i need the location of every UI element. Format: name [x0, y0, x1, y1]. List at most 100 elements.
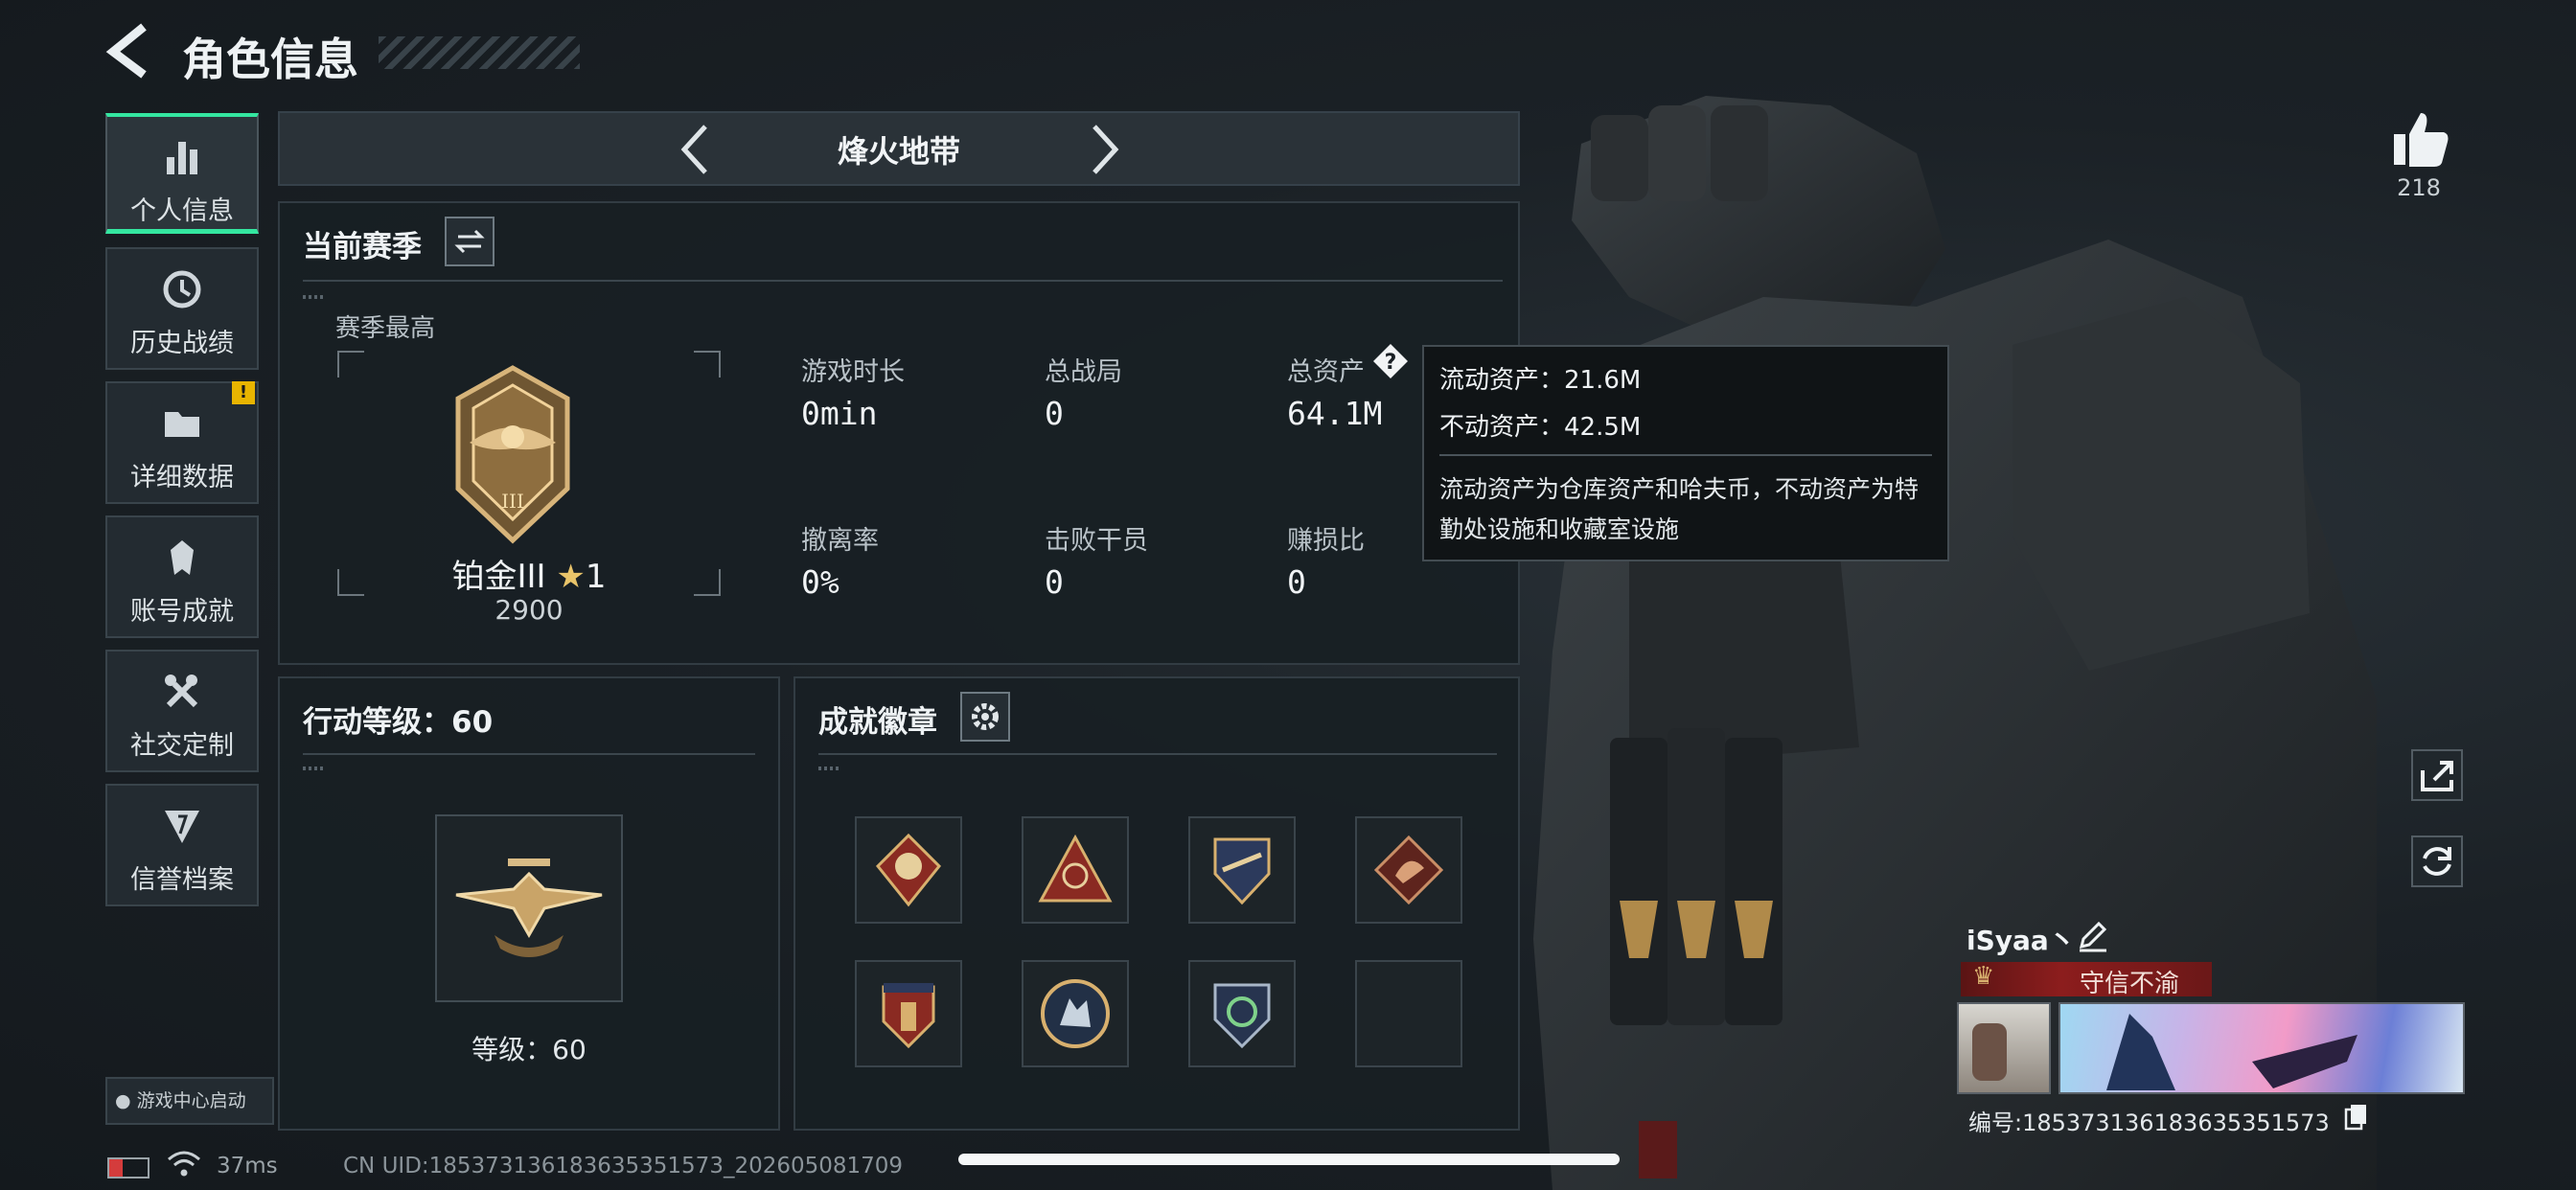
- rank-stars: 1: [585, 558, 607, 596]
- badges-title: 成就徽章: [818, 705, 937, 740]
- rank-emblem-icon: III: [455, 365, 570, 544]
- like-count: 218: [2397, 174, 2441, 201]
- badge-slot[interactable]: [1022, 816, 1129, 924]
- badge-slot-empty[interactable]: [1355, 960, 1462, 1067]
- history-icon: [163, 270, 201, 309]
- tooltip-desc: 流动资产为仓库资产和哈夫币，不动资产为特勤处设施和收藏室设施: [1439, 475, 1920, 543]
- sidebar-item-reputation[interactable]: 信誉档案: [105, 784, 259, 906]
- copy-id-button[interactable]: [2342, 1102, 2371, 1131]
- player-avatar[interactable]: [1957, 1002, 2051, 1094]
- help-button[interactable]: ?: [1372, 343, 1409, 379]
- sidebar-item-label: 详细数据: [130, 463, 234, 492]
- mode-prev-button[interactable]: [671, 121, 719, 178]
- page-title: 角色信息: [182, 34, 358, 85]
- divider: [818, 753, 1497, 755]
- badge-slot[interactable]: [1188, 816, 1296, 924]
- badge-slot[interactable]: [1355, 816, 1462, 924]
- winged-shield-badge-icon: [882, 983, 935, 1049]
- rank-name: 铂金III: [451, 558, 546, 596]
- sidebar-item-label: 账号成就: [130, 597, 234, 627]
- sidebar-item-label: 社交定制: [130, 731, 234, 761]
- skull-badge-icon: [875, 833, 942, 907]
- battery-level: [109, 1159, 123, 1177]
- sidebar-item-match-history[interactable]: 历史战绩: [105, 247, 259, 370]
- player-id: 编号:18537313618363535157​3: [1968, 1110, 2330, 1136]
- like-button[interactable]: [2386, 105, 2453, 172]
- folder-icon: [165, 412, 199, 437]
- season-best-label: 赛季最高: [335, 314, 436, 343]
- sidebar-item-personal-info[interactable]: 个人信息: [105, 113, 259, 234]
- launch-label: 游戏中心启动: [136, 1090, 246, 1111]
- badge-slot[interactable]: [855, 816, 962, 924]
- tooltip-line: 不动资产：42.5M: [1439, 413, 1642, 442]
- sidebar-item-social-custom[interactable]: 社交定制: [105, 650, 259, 772]
- chevron-left-icon: [680, 125, 707, 174]
- frame-corner: [694, 351, 721, 378]
- divider: [303, 295, 324, 299]
- stat-value: 0%: [801, 563, 840, 601]
- asset-tooltip: 流动资产：21.6M 不动资产：42.5M 流动资产为仓库资产和哈夫币，不动资产…: [1422, 345, 1949, 561]
- share-button[interactable]: [2411, 749, 2463, 801]
- stat-label: 游戏时长: [801, 357, 905, 387]
- chevron-right-icon: [1092, 125, 1119, 174]
- copy-icon: [2344, 1105, 2366, 1131]
- profile-banner[interactable]: [2058, 1002, 2465, 1094]
- divider: [303, 753, 755, 755]
- divider: [303, 280, 1503, 282]
- stat-label: 撤离率: [801, 526, 879, 556]
- action-level-title: 行动等级：60: [303, 705, 494, 740]
- honor-title-badge: ♛ 守信不渝: [1961, 962, 2212, 998]
- season-switch-button[interactable]: [445, 217, 494, 266]
- battery-icon: [107, 1157, 150, 1179]
- divider: [1439, 454, 1932, 456]
- notification-badge: !: [232, 381, 255, 404]
- game-center-launch-button[interactable]: ● 游戏中心启动: [105, 1077, 274, 1125]
- uid-text: CN UID:18537313618363535157​3_2026050817…: [343, 1154, 904, 1179]
- badge-slot[interactable]: [855, 960, 962, 1067]
- crosshair-badge-icon: [1213, 983, 1271, 1049]
- stat-value: 0: [1045, 563, 1064, 601]
- player-name: iSyaa丶: [1966, 925, 2076, 956]
- svg-text:III: III: [501, 490, 524, 513]
- gear-icon: [972, 703, 999, 730]
- divider: [303, 767, 324, 770]
- back-button[interactable]: [104, 21, 161, 79]
- rotate-view-button[interactable]: [2411, 835, 2463, 887]
- reputation-icon: [165, 811, 199, 843]
- sidebar-item-label: 信誉档案: [130, 865, 234, 895]
- penguin-icon: ●: [115, 1090, 131, 1111]
- stat-label: 击败干员: [1045, 526, 1148, 556]
- dragon-badge-icon: [1373, 835, 1444, 905]
- swap-icon: [454, 229, 485, 254]
- achievement-icon: [171, 540, 194, 575]
- aircraft-emblem-icon: [455, 858, 603, 957]
- wifi-icon: [168, 1151, 200, 1177]
- badge-slot[interactable]: [1188, 960, 1296, 1067]
- shield-badge-icon: [1213, 837, 1271, 905]
- sidebar-item-label: 个人信息: [130, 196, 234, 226]
- laurel-icon: ♛: [1972, 962, 1995, 991]
- rank-name-row: 铂金III ★1: [337, 550, 721, 597]
- home-indicator[interactable]: [958, 1154, 1620, 1165]
- bar-chart-icon: [167, 142, 197, 174]
- tooltip-line: 流动资产：21.6M: [1439, 366, 1642, 395]
- stat-value: 64.1M: [1287, 395, 1383, 432]
- question-icon: ?: [1373, 344, 1408, 378]
- stat-label: 赚损比: [1287, 526, 1365, 556]
- badge-slot[interactable]: [1022, 960, 1129, 1067]
- edit-name-button[interactable]: [2074, 916, 2112, 954]
- honor-title-text: 守信不渝: [2080, 970, 2180, 998]
- title-decoration: [379, 36, 580, 69]
- triangle-badge-icon: [1038, 834, 1113, 903]
- sidebar-item-account-achievements[interactable]: 账号成就: [105, 515, 259, 638]
- stat-label: 总战局: [1045, 357, 1122, 387]
- svg-text:?: ?: [1385, 351, 1397, 375]
- banner-art: [2252, 1035, 2358, 1088]
- mode-next-button[interactable]: [1081, 121, 1129, 178]
- divider: [818, 767, 840, 770]
- stat-value: 0min: [801, 395, 878, 432]
- action-level-value: 等级：60: [472, 1034, 586, 1065]
- thumbs-up-icon: [2394, 113, 2449, 167]
- badges-settings-button[interactable]: [960, 692, 1010, 742]
- sidebar-item-label: 历史战绩: [130, 329, 234, 358]
